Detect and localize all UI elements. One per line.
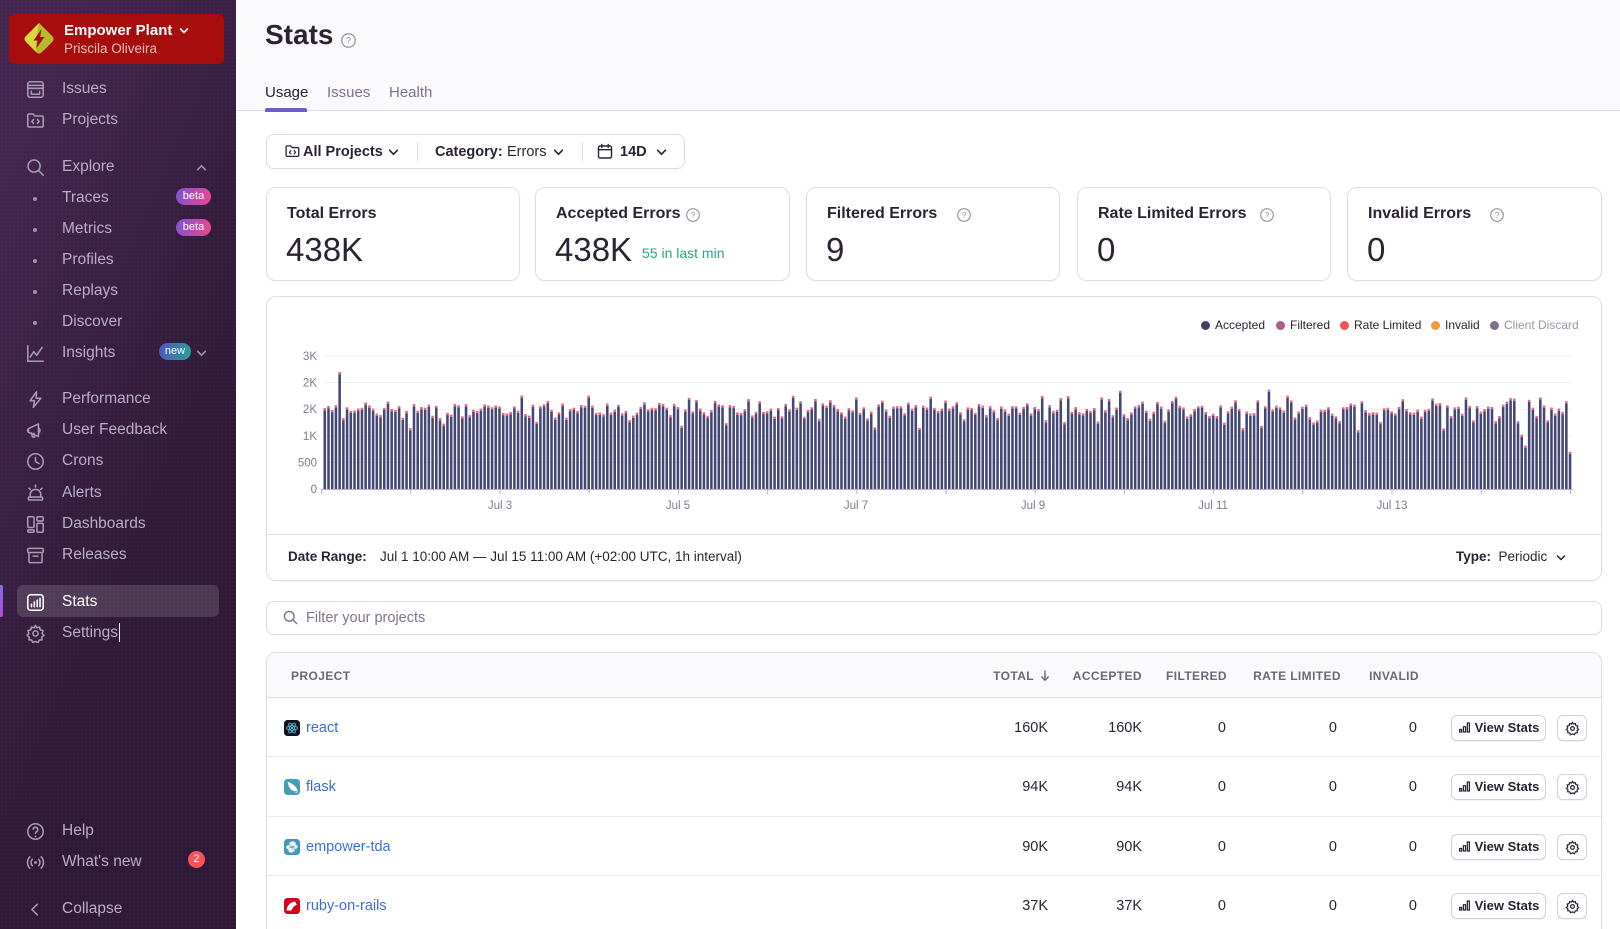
svg-text:?: ? xyxy=(1495,210,1500,220)
svg-text:?: ? xyxy=(691,210,696,220)
svg-text:?: ? xyxy=(1265,210,1270,220)
svg-text:3K: 3K xyxy=(303,351,317,363)
svg-text:Jul 3: Jul 3 xyxy=(488,500,512,512)
svg-text:Jul 13: Jul 13 xyxy=(1377,500,1408,512)
svg-text:500: 500 xyxy=(298,457,317,469)
svg-text:Jul 9: Jul 9 xyxy=(1021,500,1045,512)
svg-text:Jul 7: Jul 7 xyxy=(844,500,868,512)
svg-text:Jul 5: Jul 5 xyxy=(666,500,690,512)
svg-text:2K: 2K xyxy=(303,378,317,390)
svg-text:2K: 2K xyxy=(303,404,317,416)
svg-text:1K: 1K xyxy=(303,431,317,443)
svg-text:0: 0 xyxy=(311,484,317,496)
svg-text:Jul 11: Jul 11 xyxy=(1198,500,1228,512)
svg-text:?: ? xyxy=(346,36,351,46)
svg-text:?: ? xyxy=(962,210,967,220)
